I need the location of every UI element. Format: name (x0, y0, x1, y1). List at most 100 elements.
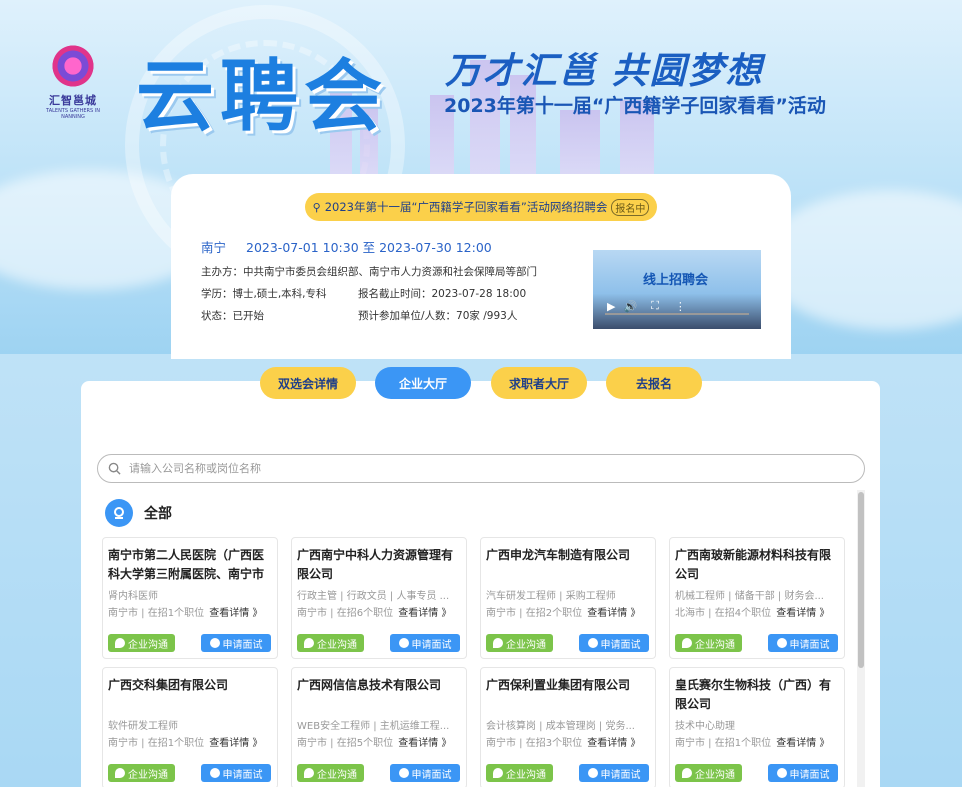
company-name[interactable]: 广西网信信息技术有限公司 (297, 676, 463, 714)
banner-title: 云聘会 (136, 52, 389, 142)
company-name[interactable]: 皇氏赛尔生物科技（广西）有限公司 (675, 676, 841, 714)
view-details-link[interactable]: 查看详情 》 (209, 738, 262, 749)
company-name[interactable]: 广西交科集团有限公司 (108, 676, 274, 714)
user-icon (776, 768, 787, 778)
meta-separator: | (705, 608, 715, 619)
scrollbar[interactable] (857, 490, 865, 787)
apply-interview-button[interactable]: 申请面试 (390, 764, 460, 782)
site-logo[interactable]: 汇智邕城 TALENTS GATHERS IN NANNING (45, 42, 101, 120)
job-count: 在招6个职位 (336, 608, 394, 619)
chat-icon (493, 638, 503, 648)
view-details-link[interactable]: 查看详情 》 (587, 738, 640, 749)
location-icon (105, 499, 133, 527)
apply-button-label: 申请面试 (411, 769, 452, 781)
company-card[interactable]: 皇氏赛尔生物科技（广西）有限公司 技术中心助理 南宁市 | 在招1个职位 查看详情 … (669, 667, 845, 787)
meta-separator: | (327, 738, 337, 749)
job-titles: 汽车研发工程师 | 采购工程师 (486, 591, 616, 602)
tab-company-hall[interactable]: 企业大厅 (375, 367, 471, 399)
company-card[interactable]: 广西南玻新能源材料科技有限公司 机械工程师 | 储备干部 | 财务会... 北海市 … (669, 537, 845, 659)
tab-jobseeker-hall[interactable]: 求职者大厅 (491, 367, 587, 399)
view-details-link[interactable]: 查看详情 》 (398, 738, 451, 749)
view-details-link[interactable]: 查看详情 》 (587, 608, 640, 619)
status-badge: 报名中 (611, 198, 650, 216)
company-card[interactable]: 广西保利置业集团有限公司 会计核算岗 | 成本管理岗 | 党务... 南宁市 | 在… (480, 667, 656, 787)
status-row: 状态：已开始 (201, 308, 264, 323)
scrollbar-thumb[interactable] (858, 492, 864, 668)
event-title: 2023年第十一届“广西籍学子回家看看”活动网络招聘会 (324, 200, 608, 214)
meta-separator: | (327, 608, 337, 619)
company-card[interactable]: 广西交科集团有限公司 软件研发工程师 南宁市 | 在招1个职位 查看详情 》企业沟通… (102, 667, 278, 787)
expected-label: 预计参加单位/人数： (358, 310, 457, 322)
status-label: 状态： (201, 310, 233, 322)
view-details-link[interactable]: 查看详情 》 (398, 608, 451, 619)
tab-register[interactable]: 去报名 (606, 367, 702, 399)
company-meta: 南宁市 | 在招2个职位 查看详情 》 (486, 604, 640, 619)
view-details-link[interactable]: 查看详情 》 (776, 608, 829, 619)
apply-button-label: 申请面试 (600, 639, 641, 651)
company-name[interactable]: 广西保利置业集团有限公司 (486, 676, 652, 714)
chat-icon (682, 768, 692, 778)
event-datetime: 2023-07-01 10:30 至 2023-07-30 12:00 (246, 240, 492, 255)
apply-interview-button[interactable]: 申请面试 (201, 634, 271, 652)
job-titles: 机械工程师 | 储备干部 | 财务会... (675, 591, 824, 602)
job-titles: WEB安全工程师 | 主机运维工程... (297, 721, 450, 732)
meta-separator: | (138, 738, 148, 749)
company-card[interactable]: 广西申龙汽车制造有限公司汽车研发工程师 | 采购工程师南宁市 | 在招2个职位 … (480, 537, 656, 659)
more-options-icon[interactable]: ⋮ (675, 300, 686, 313)
company-card[interactable]: 南宁市第二人民医院（广西医科大学第三附属医院、南宁市 肾内科医师 南宁市 | 在招1… (102, 537, 278, 659)
event-info-card: ⚲ 2023年第十一届“广西籍学子回家看看”活动网络招聘会 报名中 南宁 202… (171, 174, 791, 359)
apply-interview-button[interactable]: 申请面试 (390, 634, 460, 652)
company-name[interactable]: 南宁市第二人民医院（广西医科大学第三附属医院、南宁市 (108, 546, 274, 584)
deadline-row: 报名截止时间：2023-07-28 18:00 (358, 286, 526, 301)
search-bar[interactable] (97, 454, 865, 483)
chat-icon (304, 638, 314, 648)
apply-button-label: 申请面试 (411, 639, 452, 651)
view-details-link[interactable]: 查看详情 》 (776, 738, 829, 749)
expected-row: 预计参加单位/人数：70家 /993人 (358, 308, 517, 323)
chat-button-label: 企业沟通 (128, 639, 168, 651)
company-chat-button[interactable]: 企业沟通 (297, 764, 364, 782)
company-city: 南宁市 (297, 608, 327, 619)
company-chat-button[interactable]: 企业沟通 (108, 764, 175, 782)
location-pin-icon: ⚲ (312, 200, 321, 214)
company-meta: 南宁市 | 在招6个职位 查看详情 》 (297, 604, 451, 619)
company-card[interactable]: 广西网信信息技术有限公司 WEB安全工程师 | 主机运维工程... 南宁市 | 在招… (291, 667, 467, 787)
deadline-value: 2023-07-28 18:00 (431, 288, 527, 300)
apply-interview-button[interactable]: 申请面试 (768, 764, 838, 782)
company-chat-button[interactable]: 企业沟通 (486, 764, 553, 782)
job-titles: 软件研发工程师 (108, 721, 178, 732)
fullscreen-icon[interactable]: ⛶ (651, 299, 659, 313)
company-name[interactable]: 广西南宁中科人力资源管理有限公司 (297, 546, 463, 584)
chat-icon (115, 638, 125, 648)
category-header[interactable]: 全部 (105, 499, 172, 527)
search-icon (108, 462, 121, 475)
company-city: 北海市 (675, 608, 705, 619)
company-chat-button[interactable]: 企业沟通 (297, 634, 364, 652)
promo-video-player[interactable]: 线上招聘会 ▶ 🔊 ⛶ ⋮ (593, 250, 761, 329)
search-input[interactable] (129, 462, 829, 475)
company-chat-button[interactable]: 企业沟通 (675, 634, 742, 652)
company-chat-button[interactable]: 企业沟通 (675, 764, 742, 782)
job-count: 在招1个职位 (147, 738, 205, 749)
banner-subtitle: 2023年第十一届“广西籍学子回家看看”活动 (444, 95, 826, 117)
volume-icon[interactable]: 🔊 (623, 300, 637, 313)
apply-interview-button[interactable]: 申请面试 (579, 634, 649, 652)
tab-fair-details[interactable]: 双选会详情 (260, 367, 356, 399)
apply-interview-button[interactable]: 申请面试 (768, 634, 838, 652)
company-card[interactable]: 广西南宁中科人力资源管理有限公司 行政主管 | 行政文员 | 人事专员 ... 南宁… (291, 537, 467, 659)
company-name[interactable]: 广西申龙汽车制造有限公司 (486, 546, 652, 584)
view-details-link[interactable]: 查看详情 》 (209, 608, 262, 619)
education-label: 学历： (201, 288, 233, 300)
apply-interview-button[interactable]: 申请面试 (201, 764, 271, 782)
company-name[interactable]: 广西南玻新能源材料科技有限公司 (675, 546, 841, 584)
meta-separator: | (516, 608, 526, 619)
video-progress-bar[interactable] (605, 313, 749, 315)
chat-button-label: 企业沟通 (506, 639, 546, 651)
apply-interview-button[interactable]: 申请面试 (579, 764, 649, 782)
play-icon[interactable]: ▶ (607, 300, 615, 313)
deadline-label: 报名截止时间： (358, 288, 432, 300)
user-icon (398, 638, 409, 648)
company-city: 南宁市 (675, 738, 705, 749)
company-chat-button[interactable]: 企业沟通 (486, 634, 553, 652)
company-chat-button[interactable]: 企业沟通 (108, 634, 175, 652)
